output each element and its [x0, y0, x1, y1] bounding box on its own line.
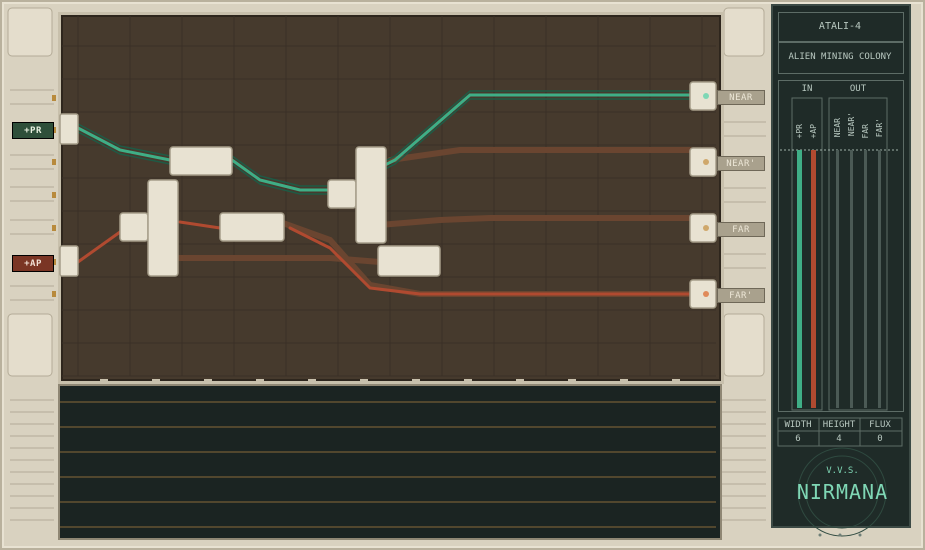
- logo-subtitle: V.V.S.: [826, 466, 859, 476]
- stat-height-value: 4: [836, 434, 842, 444]
- stat-width-value: 6: [795, 434, 801, 444]
- stat-width-label: WIDTH: [784, 420, 812, 430]
- stat-flux-label: FLUX: [869, 420, 891, 430]
- game-logo: NIRMANA: [796, 480, 889, 504]
- stat-flux-value: 0: [877, 434, 883, 444]
- stat-height-label: HEIGHT: [822, 420, 856, 430]
